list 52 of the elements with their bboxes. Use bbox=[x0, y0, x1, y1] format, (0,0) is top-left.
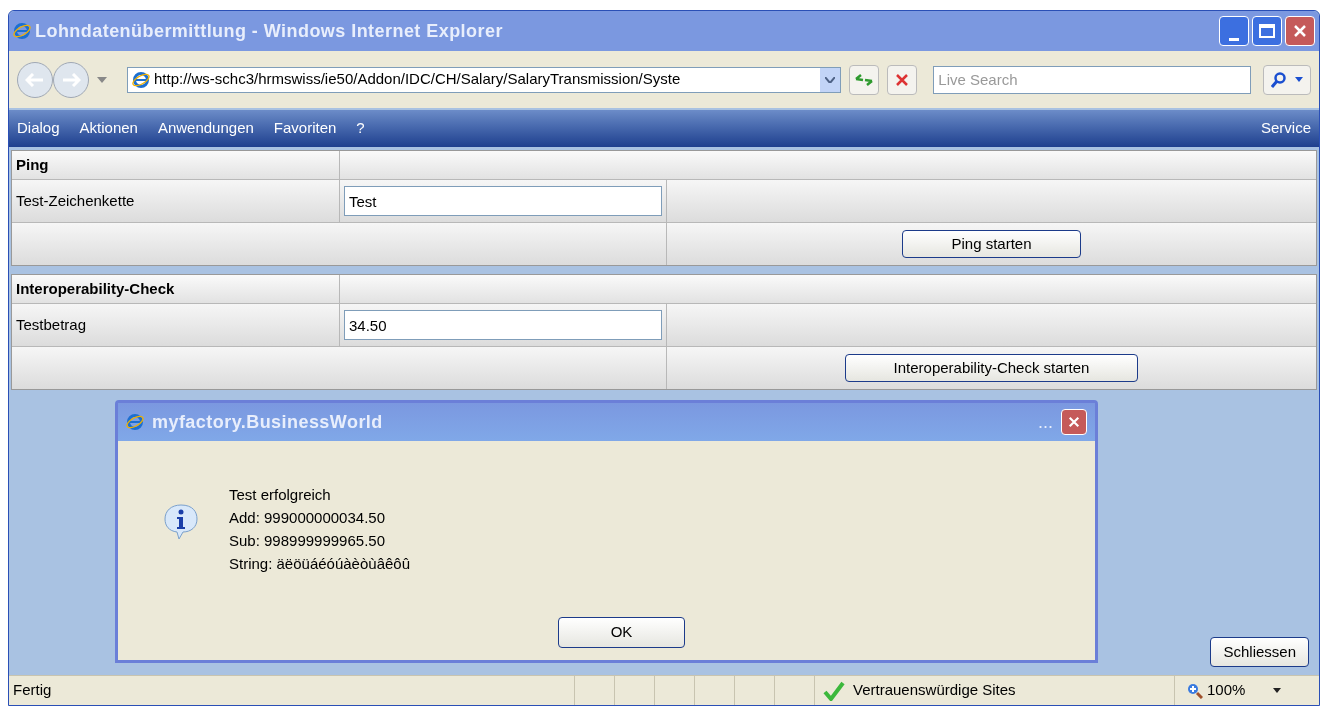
checkmark-icon bbox=[823, 680, 845, 701]
maximize-button[interactable] bbox=[1252, 16, 1282, 46]
search-button[interactable] bbox=[1263, 64, 1311, 95]
refresh-button[interactable] bbox=[849, 64, 880, 95]
address-field[interactable]: http://ws-schc3/hrmswiss/ie50/Addon/IDC/CH/Salary/SalaryTransmission/Syste bbox=[127, 66, 842, 93]
menu-item[interactable]: ? bbox=[356, 117, 365, 140]
message-line: Sub: 998999999965.50 bbox=[229, 531, 386, 551]
message-line: String: äëöüáéóúàèòùâêôû bbox=[229, 554, 410, 574]
search-field[interactable]: Live Search bbox=[933, 65, 1251, 94]
refresh-icon bbox=[855, 72, 874, 87]
page-icon bbox=[132, 70, 150, 89]
browser-logo-icon bbox=[13, 22, 31, 40]
close-icon bbox=[895, 72, 910, 87]
message-line: Add: 999000000034.50 bbox=[229, 508, 386, 528]
menu-item[interactable]: Aktionen bbox=[79, 117, 138, 140]
search-icon bbox=[1271, 71, 1287, 88]
zoom-icon bbox=[1187, 682, 1203, 699]
right-arrow-icon bbox=[61, 72, 81, 87]
close-icon bbox=[1293, 24, 1307, 38]
section-title: Ping bbox=[12, 151, 339, 179]
status-text: Fertig bbox=[12, 680, 53, 701]
security-zone: Vertrauenswürdige Sites bbox=[853, 680, 1016, 701]
text-field[interactable]: Test bbox=[344, 186, 662, 216]
chevron-down-icon bbox=[825, 76, 836, 83]
dropdown-button[interactable] bbox=[820, 67, 841, 92]
close-icon bbox=[1068, 416, 1080, 428]
action-button[interactable]: Interoperability-Check starten bbox=[844, 354, 1139, 382]
menu-item[interactable]: Service bbox=[1260, 117, 1311, 140]
page-icon bbox=[126, 413, 144, 431]
action-button[interactable]: Ping starten bbox=[902, 230, 1081, 258]
menu-item[interactable]: Dialog bbox=[17, 117, 60, 140]
menu-item[interactable]: Favoriten bbox=[273, 117, 337, 140]
field-label: Testbetrag bbox=[12, 304, 339, 346]
info-icon bbox=[163, 503, 199, 541]
close-dialog-button[interactable]: Schliessen bbox=[1210, 637, 1309, 667]
dialog-title-extra: ... bbox=[1038, 410, 1053, 434]
message-line: Test erfolgreich bbox=[229, 485, 332, 505]
dropdown-arrow-icon bbox=[1295, 77, 1303, 82]
left-arrow-icon bbox=[25, 72, 45, 87]
close-button[interactable] bbox=[1285, 16, 1315, 46]
dialog-title: myfactory.BusinessWorld bbox=[152, 410, 383, 434]
field-label: Test-Zeichenkette bbox=[12, 180, 339, 222]
text-field[interactable]: 34.50 bbox=[344, 310, 662, 340]
close-button[interactable] bbox=[1061, 409, 1087, 435]
window-title: Lohndatenübermittlung - Windows Internet Explorer bbox=[35, 19, 503, 43]
zoom-level[interactable]: 100% bbox=[1207, 679, 1246, 702]
stop-button[interactable] bbox=[887, 64, 918, 95]
section-title: Interoperability-Check bbox=[12, 275, 339, 303]
ok-button[interactable]: OK bbox=[558, 617, 685, 648]
minimize-button[interactable] bbox=[1219, 16, 1249, 46]
dropdown-arrow-icon[interactable] bbox=[1273, 688, 1282, 693]
menu-item[interactable]: Anwendungen bbox=[157, 117, 254, 140]
